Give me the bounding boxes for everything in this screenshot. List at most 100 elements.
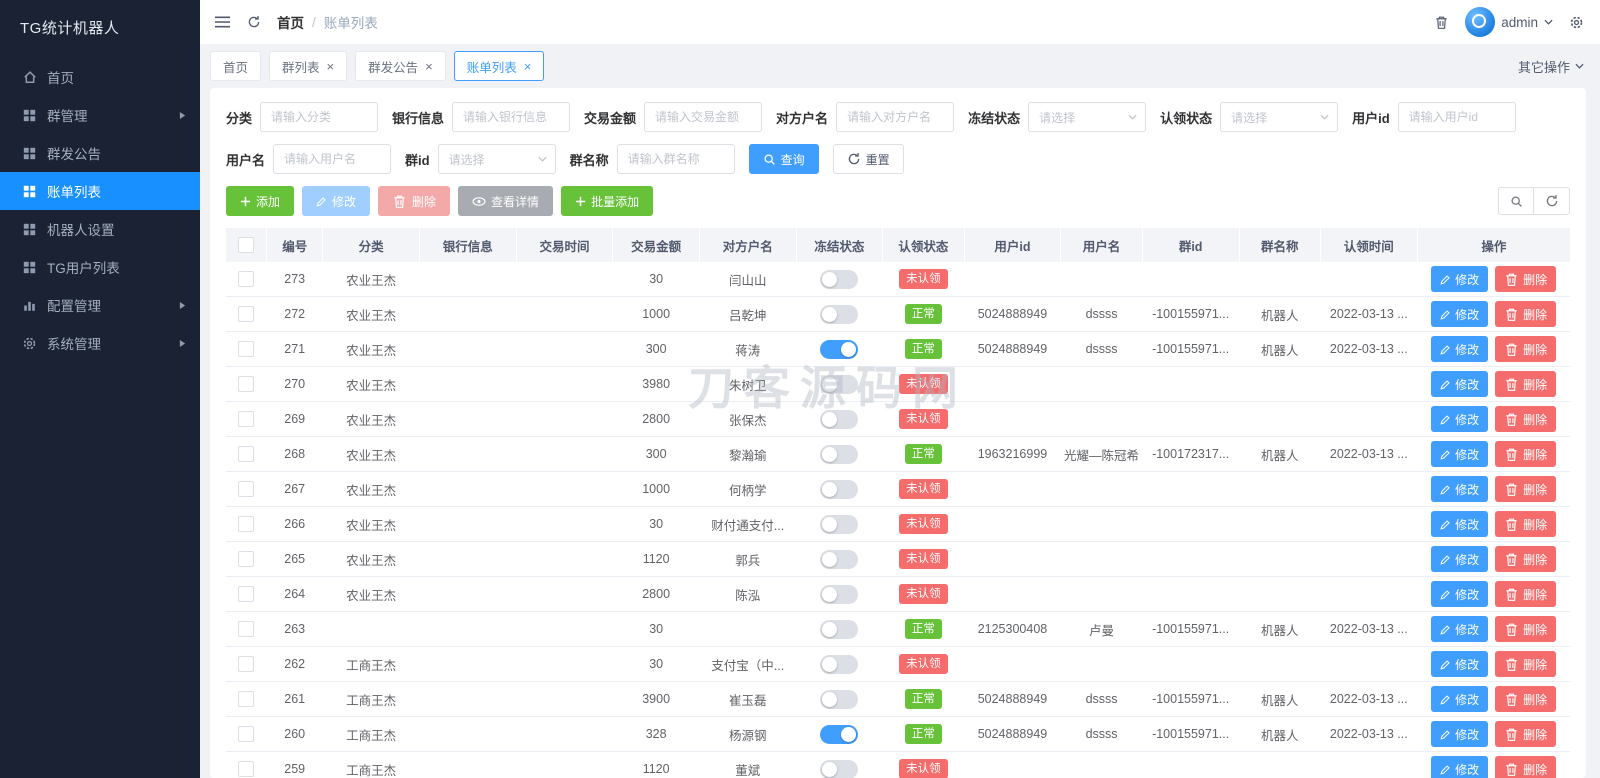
search-button[interactable]: 查询 <box>748 144 819 174</box>
close-icon[interactable]: × <box>524 60 532 73</box>
frozen-toggle[interactable] <box>820 584 859 604</box>
row-checkbox[interactable] <box>238 376 255 392</box>
row-edit-button[interactable]: 修改 <box>1431 441 1489 467</box>
delete-button[interactable]: 删除 <box>378 186 451 216</box>
row-delete-button[interactable]: 删除 <box>1495 546 1557 572</box>
row-checkbox[interactable] <box>238 761 255 777</box>
breadcrumb-home[interactable]: 首页 <box>277 12 304 32</box>
row-checkbox[interactable] <box>238 411 255 427</box>
frozen-toggle[interactable] <box>820 619 859 639</box>
row-checkbox[interactable] <box>238 306 255 322</box>
row-checkbox[interactable] <box>238 516 255 532</box>
row-delete-button[interactable]: 删除 <box>1495 686 1557 712</box>
row-checkbox[interactable] <box>238 341 255 357</box>
row-edit-button[interactable]: 修改 <box>1431 336 1489 362</box>
row-checkbox[interactable] <box>238 621 255 637</box>
row-delete-button[interactable]: 删除 <box>1495 651 1557 677</box>
frozen-toggle[interactable] <box>820 514 859 534</box>
row-edit-button[interactable]: 修改 <box>1431 721 1489 747</box>
table-refresh-button[interactable] <box>1534 187 1570 215</box>
frozen-toggle[interactable] <box>820 759 859 778</box>
sidebar-item-system-manage[interactable]: 系统管理 <box>0 324 200 362</box>
frozen-toggle[interactable] <box>820 444 859 464</box>
row-edit-button[interactable]: 修改 <box>1431 371 1489 397</box>
filter-input-trade-amount[interactable] <box>644 102 763 132</box>
frozen-toggle[interactable] <box>820 409 859 429</box>
select-all-checkbox[interactable] <box>238 237 255 253</box>
filter-select-frozen-status[interactable]: 请选择 <box>1028 102 1147 132</box>
row-delete-button[interactable]: 删除 <box>1495 581 1557 607</box>
edit-button[interactable]: 修改 <box>302 186 371 216</box>
close-icon[interactable]: × <box>327 60 335 73</box>
filter-select-group-id[interactable]: 请选择 <box>437 144 556 174</box>
frozen-toggle[interactable] <box>820 689 859 709</box>
row-delete-button[interactable]: 删除 <box>1495 406 1557 432</box>
tab-group-list[interactable]: 群列表 × <box>269 51 348 81</box>
sidebar-item-tg-user-list[interactable]: TG用户列表 <box>0 248 200 286</box>
close-icon[interactable]: × <box>425 60 433 73</box>
frozen-toggle[interactable] <box>820 549 859 569</box>
filter-input-category[interactable] <box>260 102 379 132</box>
tab-bill-list[interactable]: 账单列表 × <box>453 51 545 81</box>
row-checkbox[interactable] <box>238 551 255 567</box>
table-search-button[interactable] <box>1498 187 1534 215</box>
row-delete-button[interactable]: 删除 <box>1495 756 1557 778</box>
filter-input-counterparty-name[interactable] <box>836 102 955 132</box>
user-avatar[interactable] <box>1465 7 1496 37</box>
frozen-toggle[interactable] <box>820 479 859 499</box>
frozen-toggle[interactable] <box>820 339 859 359</box>
row-delete-button[interactable]: 删除 <box>1495 721 1557 747</box>
row-edit-button[interactable]: 修改 <box>1431 756 1489 778</box>
sidebar-item-group-broadcast[interactable]: 群发公告 <box>0 134 200 172</box>
filter-select-claim-status[interactable]: 请选择 <box>1220 102 1339 132</box>
row-edit-button[interactable]: 修改 <box>1431 651 1489 677</box>
row-edit-button[interactable]: 修改 <box>1431 616 1489 642</box>
batch-add-button[interactable]: 批量添加 <box>561 186 654 216</box>
frozen-toggle[interactable] <box>820 724 859 744</box>
sidebar-item-config-manage[interactable]: 配置管理 <box>0 286 200 324</box>
row-delete-button[interactable]: 删除 <box>1495 336 1557 362</box>
row-delete-button[interactable]: 删除 <box>1495 266 1557 292</box>
reset-button[interactable]: 重置 <box>832 144 904 174</box>
row-edit-button[interactable]: 修改 <box>1431 266 1489 292</box>
sidebar-item-robot-settings[interactable]: 机器人设置 <box>0 210 200 248</box>
row-edit-button[interactable]: 修改 <box>1431 476 1489 502</box>
tab-group-broadcast[interactable]: 群发公告 × <box>355 51 446 81</box>
frozen-toggle[interactable] <box>820 374 859 394</box>
refresh-page-icon[interactable] <box>247 15 261 29</box>
view-detail-button[interactable]: 查看详情 <box>458 186 554 216</box>
row-edit-button[interactable]: 修改 <box>1431 511 1489 537</box>
filter-input-user-id[interactable] <box>1397 102 1516 132</box>
row-checkbox[interactable] <box>238 446 255 462</box>
row-delete-button[interactable]: 删除 <box>1495 511 1557 537</box>
tab-home[interactable]: 首页 <box>210 51 262 81</box>
row-delete-button[interactable]: 删除 <box>1495 371 1557 397</box>
row-checkbox[interactable] <box>238 481 255 497</box>
row-checkbox[interactable] <box>238 726 255 742</box>
filter-input-username[interactable] <box>273 144 392 174</box>
row-checkbox[interactable] <box>238 271 255 287</box>
sidebar-item-group-manage[interactable]: 群管理 <box>0 96 200 134</box>
settings-gear-icon[interactable] <box>1569 15 1584 30</box>
row-edit-button[interactable]: 修改 <box>1431 301 1489 327</box>
row-edit-button[interactable]: 修改 <box>1431 406 1489 432</box>
menu-collapse-icon[interactable] <box>214 15 231 29</box>
row-edit-button[interactable]: 修改 <box>1431 546 1489 572</box>
row-edit-button[interactable]: 修改 <box>1431 686 1489 712</box>
add-button[interactable]: 添加 <box>226 186 295 216</box>
other-actions-dropdown[interactable]: 其它操作 <box>1518 57 1584 76</box>
frozen-toggle[interactable] <box>820 269 859 289</box>
row-checkbox[interactable] <box>238 586 255 602</box>
row-edit-button[interactable]: 修改 <box>1431 581 1489 607</box>
sidebar-item-home[interactable]: 首页 <box>0 58 200 96</box>
filter-input-group-name[interactable] <box>616 144 735 174</box>
trash-icon[interactable] <box>1434 15 1449 30</box>
filter-input-bank-info[interactable] <box>452 102 571 132</box>
row-delete-button[interactable]: 删除 <box>1495 301 1557 327</box>
frozen-toggle[interactable] <box>820 304 859 324</box>
sidebar-item-bill-list[interactable]: 账单列表 <box>0 172 200 210</box>
row-checkbox[interactable] <box>238 691 255 707</box>
user-menu[interactable]: admin <box>1465 7 1553 37</box>
frozen-toggle[interactable] <box>820 654 859 674</box>
row-delete-button[interactable]: 删除 <box>1495 441 1557 467</box>
